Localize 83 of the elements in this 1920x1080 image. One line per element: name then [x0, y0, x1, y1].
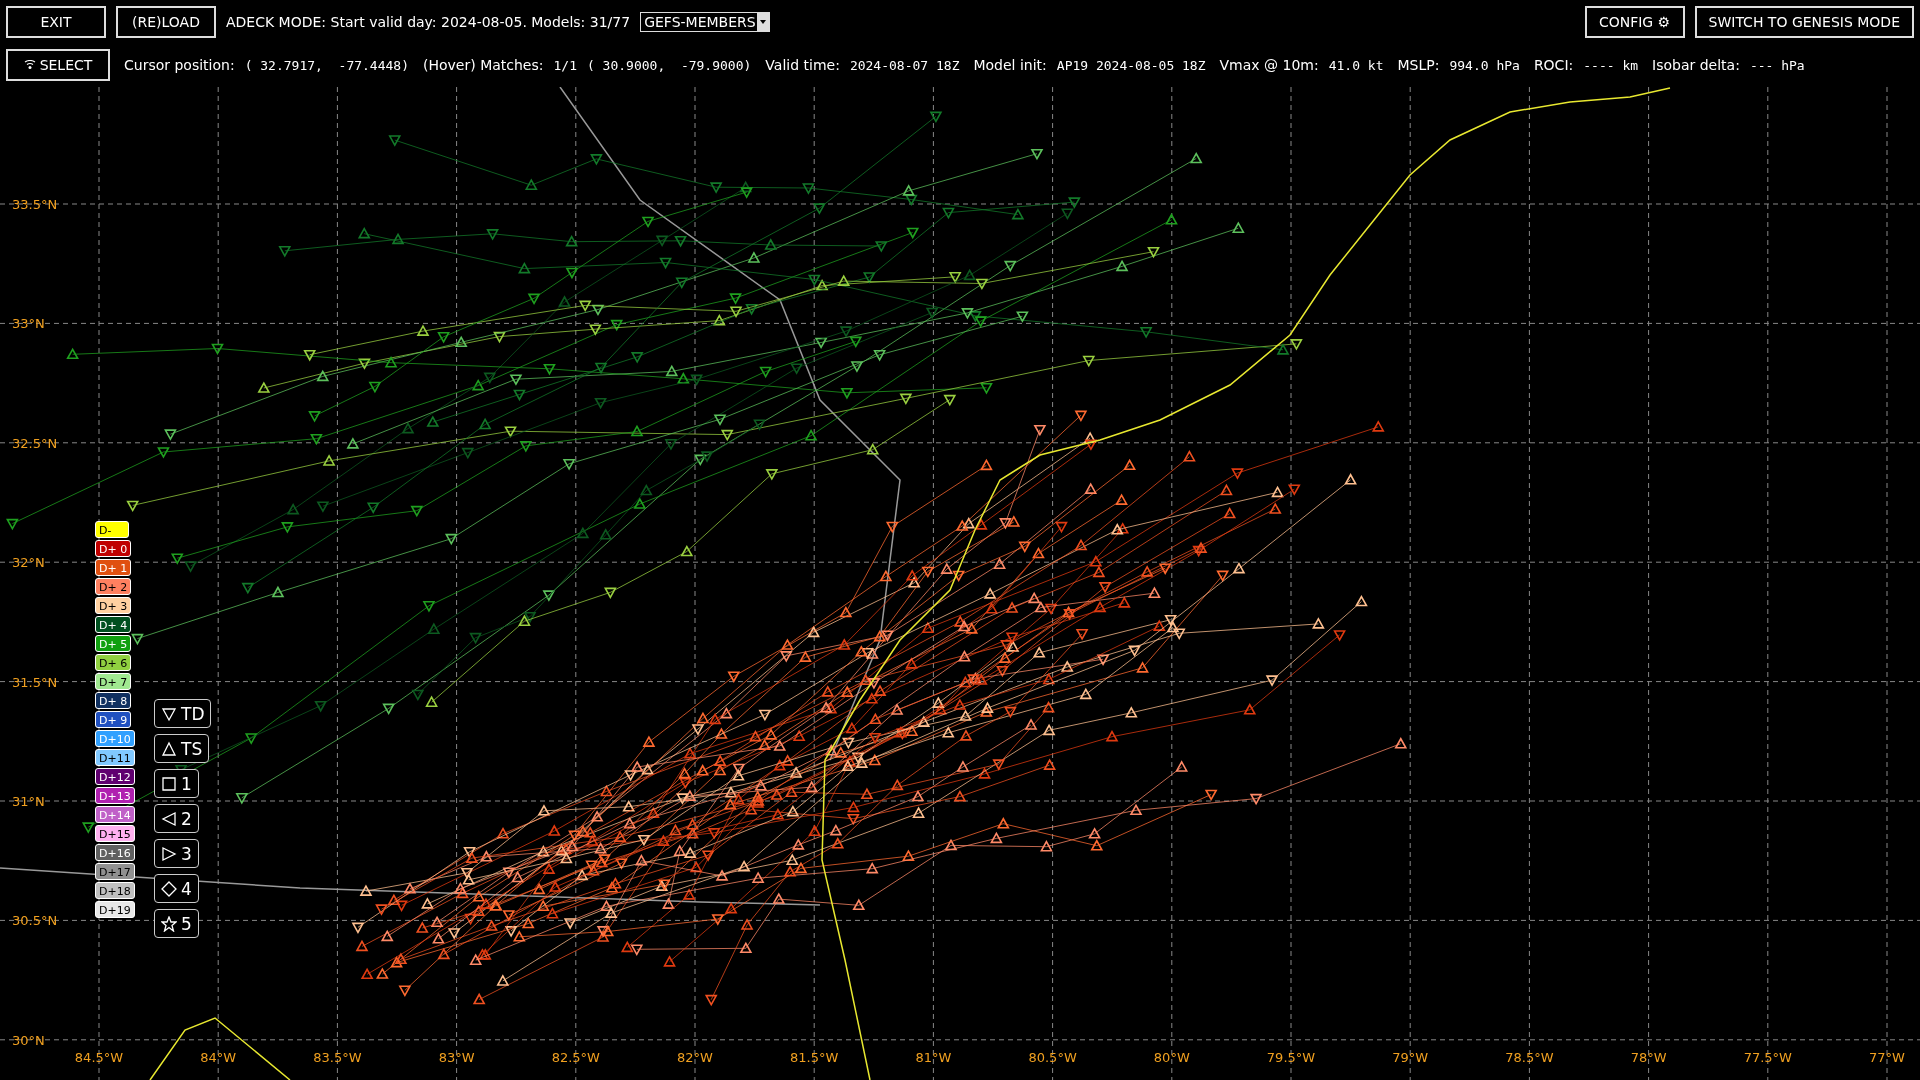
models-dropdown[interactable]: GEFS-MEMBERS — [640, 12, 771, 32]
status-value: 1/1 — [553, 57, 577, 73]
status-label: MSLP: — [1397, 57, 1440, 73]
select-button[interactable]: SELECT — [6, 49, 110, 81]
longitude-label: 83.5°W — [313, 1050, 362, 1065]
cat4-symbol-icon — [161, 880, 177, 897]
day-legend-badge: D+ 4 — [95, 616, 132, 633]
longitude-label: 80°W — [1153, 1050, 1190, 1065]
td-symbol-icon — [161, 705, 177, 722]
longitude-label: 82°W — [677, 1050, 713, 1065]
day-legend-badge: D+10 — [95, 730, 135, 747]
longitude-label: 77°W — [1869, 1050, 1905, 1065]
day-legend-badge: D+16 — [95, 844, 135, 861]
day-legend-badge: D+12 — [95, 768, 135, 785]
toolbar-button[interactable]: (RE)LOAD — [116, 6, 216, 38]
day-legend-badge: D+14 — [95, 806, 135, 823]
longitude-label: 82.5°W — [551, 1050, 600, 1065]
day-legend-badge: D+ 3 — [95, 597, 132, 614]
mode-text: ADECK MODE: Start valid day: 2024-08-05. Models: 31/77 — [226, 14, 631, 30]
latitude-label: 33.5°N — [12, 197, 58, 212]
intensity-legend-item: 4 — [154, 874, 199, 903]
status-value: ( 32.7917, -77.4448) — [244, 57, 409, 73]
intensity-legend-item: 1 — [154, 769, 199, 798]
day-legend-badge: D+ 8 — [95, 692, 132, 709]
longitude-label: 79°W — [1392, 1050, 1429, 1065]
status-label: (Hover) Matches: — [423, 57, 544, 73]
status-label: ROCI: — [1533, 57, 1574, 73]
day-legend-badge: D+ 6 — [95, 654, 132, 671]
day-legend-badge: D+ 2 — [95, 578, 132, 595]
toolbar-button[interactable]: SWITCH TO GENESIS MODE — [1694, 6, 1914, 38]
toolbar-button[interactable]: EXIT — [6, 6, 106, 38]
cat3-symbol-icon — [161, 845, 177, 862]
status-label: Model init: — [973, 57, 1047, 73]
longitude-label: 79.5°W — [1266, 1050, 1316, 1065]
ts-symbol-icon — [161, 740, 177, 757]
longitude-label: 77.5°W — [1743, 1050, 1792, 1065]
status-value: ( 30.9000, -79.9000) — [586, 57, 752, 73]
longitude-label: 84.5°W — [74, 1050, 124, 1065]
toolbar-button[interactable]: CONFIG ⚙ — [1584, 6, 1685, 38]
intensity-legend-item: 2 — [154, 804, 199, 833]
day-legend-badge: D+ 0 — [95, 540, 132, 557]
latitude-label: 33°N — [12, 316, 45, 332]
day-legend-badge: D+ 9 — [95, 711, 132, 728]
day-legend-badge: D+11 — [95, 749, 135, 766]
longitude-label: 84°W — [200, 1050, 237, 1065]
status-value: ---- km — [1583, 57, 1639, 73]
day-legend-badge: D+19 — [95, 901, 135, 918]
day-legend-badge: D- — [95, 521, 129, 538]
status-value: 994.0 hPa — [1449, 57, 1520, 73]
cat1-symbol-icon — [161, 775, 177, 792]
longitude-label: 81.5°W — [790, 1050, 839, 1065]
day-legend-badge: D+15 — [95, 825, 135, 842]
latitude-label: 30°N — [12, 1032, 45, 1048]
longitude-label: 80.5°W — [1028, 1050, 1077, 1065]
intensity-legend-item: 5 — [154, 909, 199, 938]
intensity-legend-item: 3 — [154, 839, 199, 868]
latitude-label: 32°N — [12, 555, 45, 571]
day-legend-badge: D+17 — [95, 863, 135, 880]
day-legend-badge: D+ 5 — [95, 635, 132, 652]
cat5-symbol-icon — [161, 915, 177, 932]
latitude-label: 31.5°N — [12, 674, 58, 690]
status-value: 41.0 kt — [1328, 57, 1384, 73]
longitude-label: 83°W — [438, 1050, 475, 1065]
status-value: AP19 2024-08-05 18Z — [1056, 57, 1206, 73]
status-label: Vmax @ 10m: — [1219, 57, 1319, 73]
day-legend-badge: D+18 — [95, 882, 135, 899]
day-legend-badge: D+ 7 — [95, 673, 132, 690]
intensity-legend-item: TS — [154, 734, 210, 763]
day-legend-badge: D+ 1 — [95, 559, 132, 576]
day-legend-badge: D+13 — [95, 787, 135, 804]
status-label: Cursor position: — [124, 57, 235, 73]
longitude-label: 78°W — [1630, 1050, 1667, 1065]
latitude-label: 32.5°N — [12, 435, 58, 451]
longitude-label: 81°W — [915, 1050, 952, 1065]
longitude-label: 78.5°W — [1505, 1050, 1554, 1065]
status-label: Valid time: — [765, 57, 840, 73]
cat2-symbol-icon — [161, 810, 177, 827]
latitude-label: 30.5°N — [12, 913, 58, 929]
intensity-legend-item: TD — [154, 699, 212, 728]
latitude-label: 31°N — [12, 794, 45, 809]
status-value: --- hPa — [1749, 57, 1805, 73]
status-label: Isobar delta: — [1652, 57, 1740, 73]
status-value: 2024-08-07 18Z — [849, 57, 960, 73]
